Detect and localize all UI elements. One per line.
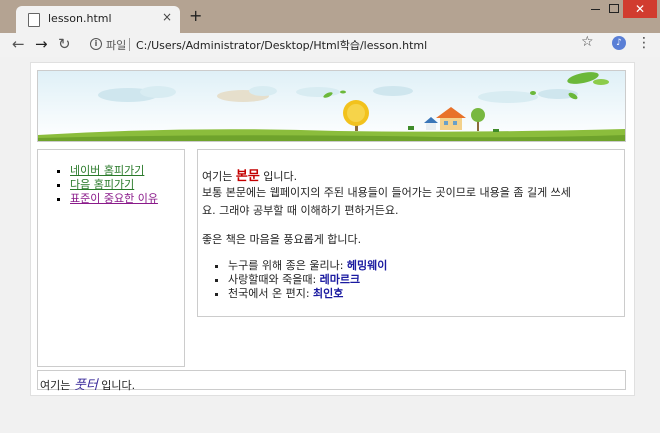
standards-link[interactable]: 표준이 중요한 이유 [70,192,158,205]
main-content: 여기는 본문 입니다. 보통 본문에는 웹페이지의 주된 내용들이 들어가는 곳… [197,149,625,317]
page-footer: 여기는 풋터 입니다. [37,370,626,393]
page-viewport: 네이버 홈피가기 다음 홈피가기 표준이 중요한 이유 여기는 본문 입니다. … [0,57,660,433]
header-banner [37,70,626,142]
tab-bar: lesson.html × + ✕ [0,0,660,33]
book-title: 천국에서 온 편지: [228,287,310,300]
list-item: 천국에서 온 편지: 최인호 [228,287,387,301]
footer-text: 여기는 풋터 입니다. [40,374,135,393]
body-text-line-1: 보통 본문에는 웹페이지의 주된 내용들이 들어가는 곳이므로 내용을 좀 길게… [202,186,571,199]
footer-pre: 여기는 [40,379,71,392]
list-item: 다음 홈피가기 [70,178,158,192]
close-window-button[interactable]: ✕ [623,0,657,18]
maximize-button[interactable] [609,4,619,13]
link-list: 네이버 홈피가기 다음 홈피가기 표준이 중요한 이유 [70,164,158,206]
new-tab-button[interactable]: + [189,8,202,24]
minimize-button[interactable] [589,2,603,16]
tab-close-icon[interactable]: × [162,10,172,24]
footer-emphasis: 풋터 [73,378,98,393]
body-text-line-2: 요. 그래야 공부할 때 이해하기 편하거든요. [202,204,399,217]
tab-title: lesson.html [48,12,112,25]
book-title: 누구를 위해 종은 울리나: [228,259,344,272]
bookmark-star-icon[interactable]: ☆ [581,34,594,50]
banner-illustration [38,71,625,141]
book-author: 레마르크 [319,273,361,286]
intro-emphasis: 본문 [235,169,260,184]
profile-avatar-icon[interactable]: ♪ [612,36,626,50]
list-item: 사랑할때와 죽을때: 레마르크 [228,273,387,287]
browser-toolbar: ← → ↻ i 파일 C:/Users/Administrator/Deskto… [0,33,660,57]
divider [129,38,130,51]
book-title: 사랑할때와 죽을때: [228,273,317,286]
url-text[interactable]: C:/Users/Administrator/Desktop/Html학습/le… [136,37,427,53]
document-icon [28,13,40,27]
footer-post: 입니다. [101,379,136,392]
content-intro: 여기는 본문 입니다. [202,165,297,184]
intro-post: 입니다. [263,170,298,183]
book-intro: 좋은 책은 마음을 풍요롭게 합니다. [202,233,362,246]
intro-pre: 여기는 [202,170,233,183]
back-arrow-icon[interactable]: ← [12,34,25,54]
reload-icon[interactable]: ↻ [58,34,71,54]
menu-kebab-icon[interactable]: ⋮ [637,35,651,51]
book-author: 헤밍웨이 [346,259,388,272]
daum-home-link[interactable]: 다음 홈피가기 [70,178,134,191]
book-author: 최인호 [313,287,344,300]
list-item: 누구를 위해 종은 울리나: 헤밍웨이 [228,259,387,273]
sidebar-nav: 네이버 홈피가기 다음 홈피가기 표준이 중요한 이유 [37,149,185,367]
browser-tab[interactable]: lesson.html × [16,6,180,33]
info-icon[interactable]: i [90,38,102,50]
list-item: 표준이 중요한 이유 [70,192,158,206]
address-bar[interactable]: i 파일 C:/Users/Administrator/Desktop/Html… [78,34,608,56]
list-item: 네이버 홈피가기 [70,164,158,178]
page-container: 네이버 홈피가기 다음 홈피가기 표준이 중요한 이유 여기는 본문 입니다. … [30,62,635,396]
book-list: 누구를 위해 종은 울리나: 헤밍웨이 사랑할때와 죽을때: 레마르크 천국에서… [228,259,387,301]
forward-arrow-icon[interactable]: → [35,34,48,54]
naver-home-link[interactable]: 네이버 홈피가기 [70,164,144,177]
scheme-label: 파일 [106,39,127,52]
